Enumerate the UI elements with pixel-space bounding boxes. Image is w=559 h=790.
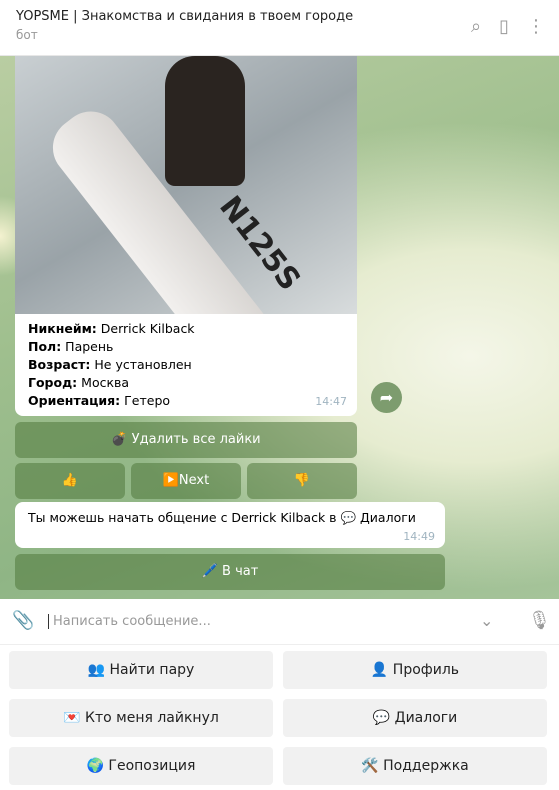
who-liked-button[interactable]: 💌 Кто меня лайкнул [9,699,273,737]
chat-area: N125S Никнейм: Derrick Kilback Пол: Паре… [0,56,559,599]
microphone-icon[interactable]: 🎙 [528,610,551,631]
forward-icon[interactable]: ➦ [371,382,402,413]
profile-card: Никнейм: Derrick Kilback Пол: Парень Воз… [15,314,357,416]
chat-title[interactable]: YOPSME | Знакомства и свидания в твоем г… [16,9,543,24]
find-pair-button[interactable]: 👥 Найти пару [9,651,273,689]
to-chat-button[interactable]: 🖊️ В чат [15,554,445,590]
chat-subtitle: бот [16,28,38,42]
like-button[interactable]: 👍 [15,463,125,499]
search-icon[interactable]: ⌕ [471,16,481,37]
profile-button[interactable]: 👤 Профиль [283,651,547,689]
message-time: 14:47 [315,395,347,408]
field-age: Возраст: Не установлен [28,357,192,372]
composer: 📎 Написать сообщение... ⌄ 🎙 [0,599,559,645]
message-time: 14:49 [403,530,435,543]
chat-header: YOPSME | Знакомства и свидания в твоем г… [0,0,559,56]
profile-photo[interactable]: N125S [15,56,357,314]
next-button[interactable]: ▶️Next [131,463,241,499]
geolocation-button[interactable]: 🌍 Геопозиция [9,747,273,785]
field-orientation: Ориентация: Гетеро [28,393,171,408]
message-bubble: Ты можешь начать общение с Derrick Kilba… [15,502,445,548]
reply-keyboard: 👥 Найти пару 👤 Профиль 💌 Кто меня лайкну… [0,645,559,790]
sidebar-icon[interactable]: ▯ [499,16,509,37]
message-text: Ты можешь начать общение с Derrick Kilba… [28,510,416,525]
chevron-down-icon[interactable]: ⌄ [480,611,493,630]
delete-likes-button[interactable]: 💣 Удалить все лайки [15,422,357,458]
dislike-button[interactable]: 👎 [247,463,357,499]
more-icon[interactable]: ⋮ [527,16,545,37]
field-nickname: Никнейм: Derrick Kilback [28,321,195,336]
message-input[interactable]: Написать сообщение... [48,614,211,629]
dialogs-button[interactable]: 💬 Диалоги [283,699,547,737]
support-button[interactable]: 🛠️ Поддержка [283,747,547,785]
attach-icon[interactable]: 📎 [12,610,34,631]
field-city: Город: Москва [28,375,130,390]
field-gender: Пол: Парень [28,339,114,354]
